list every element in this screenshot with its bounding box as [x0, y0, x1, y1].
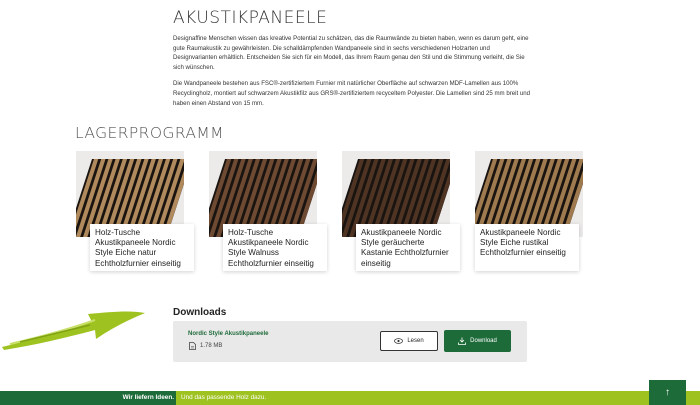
- download-item: Nordic Style Akustikpaneele 1.78 MB Lese…: [173, 321, 527, 362]
- product-label[interactable]: Holz-Tusche Akustikpaneele Nordic Style …: [223, 224, 327, 271]
- footer-slogan-bold: Wir liefern Ideen.: [122, 394, 174, 401]
- product-card[interactable]: Akustikpaneele Nordic Style Eiche rustik…: [475, 151, 583, 276]
- arrow-up-icon: ↑: [665, 387, 670, 398]
- intro-paragraph-1: Designaffine Menschen wissen das kreativ…: [173, 35, 529, 71]
- product-label[interactable]: Holz-Tusche Akustikpaneele Nordic Style …: [90, 224, 194, 271]
- download-button-label: Download: [470, 338, 497, 344]
- page-title: AKUSTIKPANEELE: [173, 8, 328, 28]
- read-button-label: Lesen: [407, 338, 424, 344]
- download-icon: [458, 337, 467, 345]
- file-icon: [189, 342, 196, 350]
- product-card[interactable]: Holz-Tusche Akustikpaneele Nordic Style …: [76, 151, 194, 276]
- download-file-name: Nordic Style Akustikpaneele: [188, 331, 269, 337]
- back-to-top-button[interactable]: ↑: [649, 380, 686, 405]
- downloads-title: Downloads: [173, 307, 227, 318]
- download-button[interactable]: Download: [444, 330, 511, 352]
- product-card[interactable]: Akustikpaneele Nordic Style geräucherte …: [342, 151, 460, 276]
- intro-section: AKUSTIKPANEELE Designaffine Menschen wis…: [173, 8, 533, 115]
- read-button[interactable]: Lesen: [380, 331, 438, 351]
- product-grid: Holz-Tusche Akustikpaneele Nordic Style …: [76, 151, 616, 276]
- download-file-size: 1.78 MB: [200, 343, 223, 349]
- footer-slogan-text: Und das passende Holz dazu.: [181, 394, 267, 401]
- footer-bar: Wir liefern Ideen. Und das passende Holz…: [0, 391, 700, 405]
- product-label[interactable]: Akustikpaneele Nordic Style Eiche rustik…: [475, 224, 579, 271]
- product-card[interactable]: Holz-Tusche Akustikpaneele Nordic Style …: [209, 151, 327, 276]
- decorative-arrow-icon: [2, 311, 145, 350]
- section-title-lagerprogramm: LAGERPROGRAMM: [75, 124, 224, 142]
- product-label[interactable]: Akustikpaneele Nordic Style geräucherte …: [356, 224, 460, 271]
- eye-icon: [394, 338, 404, 344]
- download-file-info: 1.78 MB: [189, 342, 222, 350]
- intro-paragraph-2: Die Wandpaneele bestehen aus FSC®-zertif…: [173, 80, 531, 107]
